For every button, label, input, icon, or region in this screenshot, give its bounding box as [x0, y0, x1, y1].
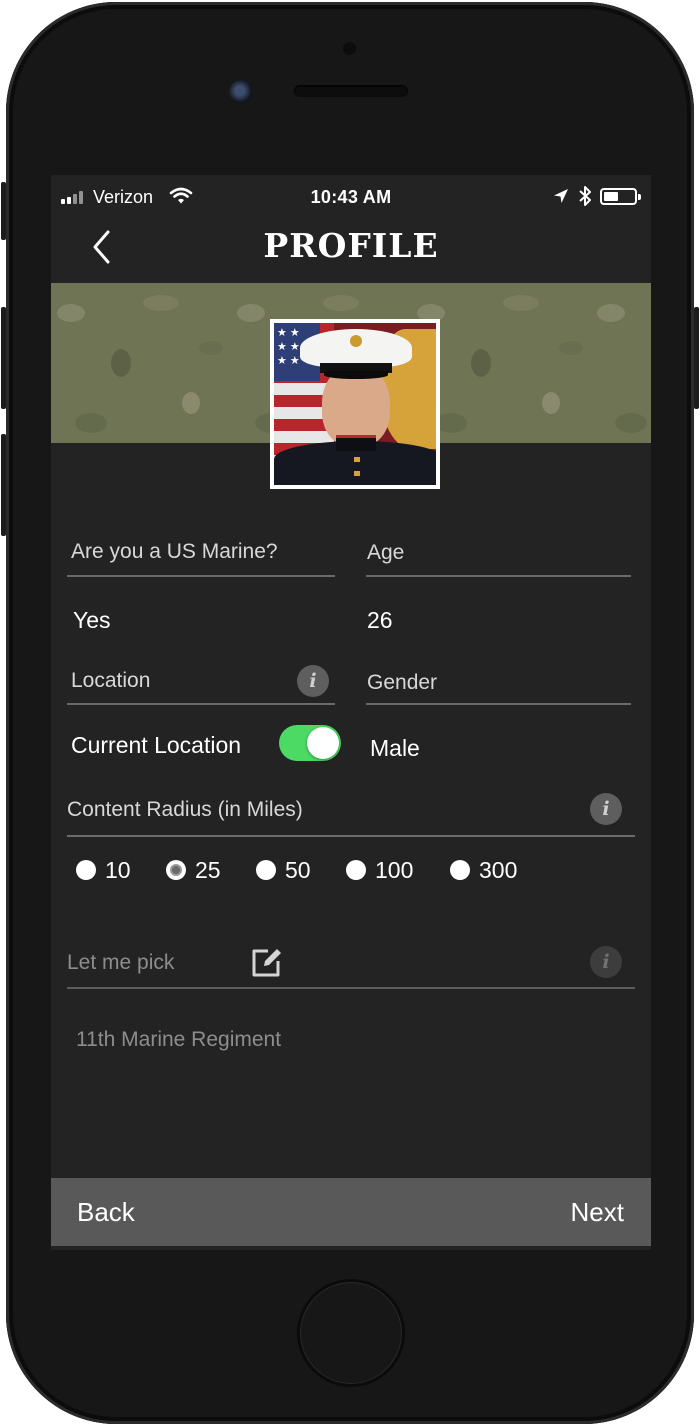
battery-icon — [600, 188, 641, 205]
age-value[interactable]: 26 — [367, 607, 393, 634]
radio-button-selected[interactable] — [166, 860, 186, 880]
app-screen: Verizon 10:43 AM PROFILE ★ ★ ★ ★ ★ ★ Are… — [51, 175, 651, 1250]
age-field-underline — [366, 575, 631, 577]
location-arrow-icon — [554, 189, 568, 203]
uniform-collar — [336, 435, 376, 451]
marine-field-underline — [67, 575, 335, 577]
back-button[interactable]: Back — [77, 1197, 135, 1228]
radio-button[interactable] — [256, 860, 276, 880]
radius-option-label: 100 — [375, 856, 414, 883]
home-button[interactable] — [297, 1279, 405, 1387]
current-location-toggle[interactable] — [279, 725, 341, 761]
content-radius-label: Content Radius (in Miles) — [67, 798, 303, 821]
radius-option-10[interactable]: 10 — [76, 855, 131, 885]
volume-up-button — [1, 307, 6, 409]
pick-underline — [67, 987, 635, 989]
bluetooth-icon — [579, 186, 591, 206]
avatar[interactable]: ★ ★ ★ ★ ★ ★ — [270, 319, 440, 489]
uniform-buttons — [354, 457, 360, 485]
radius-option-label: 10 — [105, 856, 131, 883]
radio-button[interactable] — [76, 860, 96, 880]
front-camera — [229, 80, 253, 104]
location-label: Location — [71, 669, 151, 692]
gender-label: Gender — [367, 671, 438, 694]
radius-underline — [67, 835, 635, 837]
mute-switch — [1, 182, 6, 240]
edit-icon[interactable] — [250, 945, 284, 979]
current-location-label: Current Location — [71, 732, 242, 758]
gender-value[interactable]: Male — [370, 735, 420, 762]
location-field-underline — [67, 703, 335, 705]
radius-option-label: 50 — [285, 856, 311, 883]
radius-option-100[interactable]: 100 — [346, 855, 413, 885]
radius-option-25[interactable]: 25 — [166, 855, 221, 885]
cap-emblem — [350, 335, 362, 347]
let-me-pick-label: Let me pick — [67, 951, 175, 974]
pick-info-icon[interactable]: i — [590, 946, 622, 978]
cap-visor — [324, 371, 388, 379]
selected-unit-text[interactable]: 11th Marine Regiment — [76, 1028, 281, 1052]
radius-option-label: 300 — [479, 856, 518, 883]
radius-radio-group: 10 25 50 100 300 — [76, 855, 556, 885]
radius-option-50[interactable]: 50 — [256, 855, 311, 885]
radio-button[interactable] — [346, 860, 366, 880]
age-label: Age — [367, 541, 405, 564]
status-bar: Verizon 10:43 AM — [51, 183, 651, 213]
radius-option-label: 25 — [195, 856, 221, 883]
next-button[interactable]: Next — [571, 1197, 624, 1228]
radio-button[interactable] — [450, 860, 470, 880]
marine-value[interactable]: Yes — [73, 607, 111, 634]
bottom-nav-bar: Back Next — [51, 1178, 651, 1246]
radius-option-300[interactable]: 300 — [450, 855, 517, 885]
earpiece-speaker — [294, 85, 408, 97]
volume-down-button — [1, 434, 6, 536]
proximity-sensor — [343, 42, 356, 55]
location-info-icon[interactable]: i — [297, 665, 329, 697]
power-button — [694, 307, 699, 409]
marine-question-label: Are you a US Marine? — [71, 540, 278, 563]
gender-field-underline — [366, 703, 631, 705]
radius-info-icon[interactable]: i — [590, 793, 622, 825]
page-title: PROFILE — [263, 226, 439, 265]
